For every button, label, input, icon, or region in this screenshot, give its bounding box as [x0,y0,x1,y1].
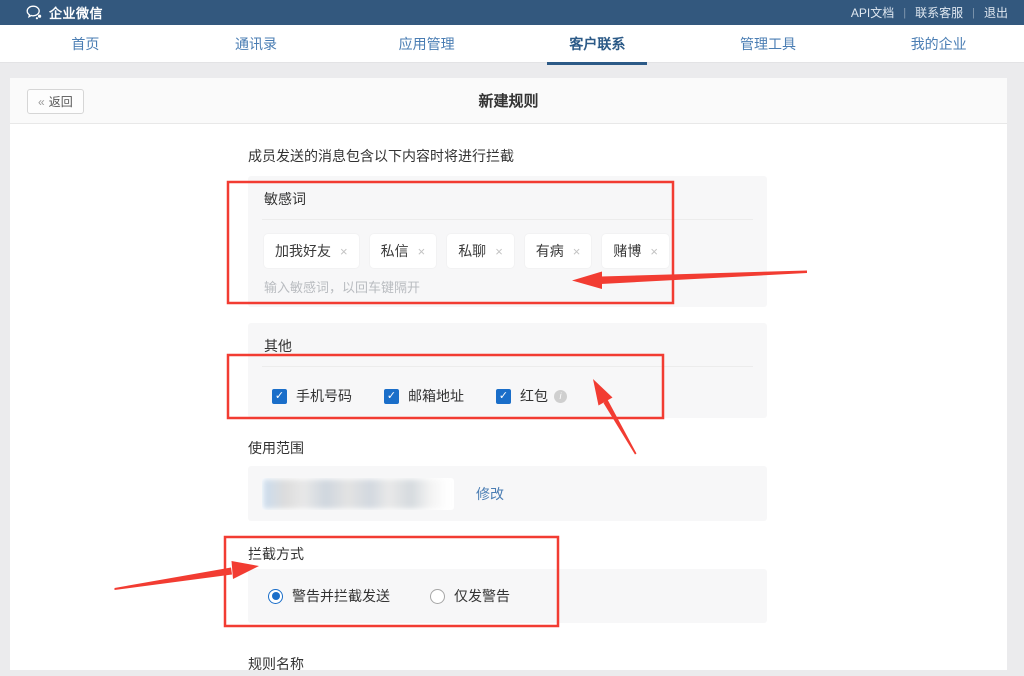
scope-panel: 修改 [248,466,767,521]
logout-link[interactable]: 退出 [984,4,1008,21]
brand-text: 企业微信 [49,3,103,22]
tag-remove-icon[interactable]: × [418,244,426,259]
radio-warn-and-block[interactable]: 警告并拦截发送 [262,586,390,606]
redaction-blur [263,479,448,509]
intercept-method-panel: 警告并拦截发送 仅发警告 [248,569,767,623]
tab-contacts[interactable]: 通讯录 [171,25,342,62]
checkbox-phone-number[interactable]: ✓ 手机号码 [272,386,352,406]
tag-label: 私聊 [458,241,486,261]
radio-selected-icon[interactable] [268,589,283,604]
intercept-method-label: 拦截方式 [248,544,304,564]
tag-label: 私信 [381,241,409,261]
sensitive-words-panel: 敏感词 加我好友 × 私信 × 私聊 × 有病 × 赌博 × [248,176,767,307]
checkbox-email-address[interactable]: ✓ 邮箱地址 [384,386,464,406]
page-header: « 返回 新建规则 [10,78,1007,124]
radio-label: 警告并拦截发送 [292,586,390,606]
brand: 企业微信 [26,3,103,22]
topbar-links: API文档 | 联系客服 | 退出 [851,4,1008,21]
divider [262,366,753,367]
tag-remove-icon[interactable]: × [495,244,503,259]
back-button[interactable]: « 返回 [27,89,84,114]
checkbox-label: 红包 [520,386,548,406]
separator: | [972,7,975,19]
tab-home[interactable]: 首页 [0,25,171,62]
topbar: 企业微信 API文档 | 联系客服 | 退出 [0,0,1024,25]
rule-form: 成员发送的消息包含以下内容时将进行拦截 敏感词 加我好友 × 私信 × 私聊 ×… [10,124,1007,670]
sensitive-word-input[interactable]: 输入敏感词，以回车键隔开 [262,277,753,296]
tab-app-management[interactable]: 应用管理 [341,25,512,62]
checked-checkbox-icon[interactable]: ✓ [496,389,511,404]
rule-name-label: 规则名称 [248,654,304,670]
tag-chip: 加我好友 × [264,234,359,268]
tag-remove-icon[interactable]: × [340,244,348,259]
radio-label: 仅发警告 [454,586,510,606]
checked-checkbox-icon[interactable]: ✓ [384,389,399,404]
checkbox-label: 手机号码 [296,386,352,406]
back-chevron-icon: « [38,95,45,109]
tag-chip: 有病 × [525,234,592,268]
tag-label: 加我好友 [275,241,331,261]
divider [262,219,753,220]
checked-checkbox-icon[interactable]: ✓ [272,389,287,404]
wework-logo-icon [26,5,43,20]
tag-label: 有病 [536,241,564,261]
back-label: 返回 [49,93,73,110]
info-icon[interactable]: i [554,390,567,403]
tab-my-company[interactable]: 我的企业 [853,25,1024,62]
other-checkboxes: ✓ 手机号码 ✓ 邮箱地址 ✓ 红包 i [262,386,753,406]
scope-modify-link[interactable]: 修改 [476,484,504,504]
sensitive-word-tags: 加我好友 × 私信 × 私聊 × 有病 × 赌博 × [262,234,753,268]
checkbox-label: 邮箱地址 [408,386,464,406]
page-title: 新建规则 [10,90,1007,111]
main-nav: 首页 通讯录 应用管理 客户联系 管理工具 我的企业 [0,25,1024,63]
tag-chip: 私信 × [370,234,437,268]
checkbox-red-packet[interactable]: ✓ 红包 i [496,386,567,406]
tab-customer-contact[interactable]: 客户联系 [512,25,683,62]
other-panel: 其他 ✓ 手机号码 ✓ 邮箱地址 ✓ 红包 i [248,323,767,418]
radio-warn-only[interactable]: 仅发警告 [424,586,510,606]
contact-support-link[interactable]: 联系客服 [915,4,963,21]
tag-remove-icon[interactable]: × [573,244,581,259]
radio-unselected-icon[interactable] [430,589,445,604]
separator: | [903,7,906,19]
tag-chip: 赌博 × [602,234,669,268]
other-title: 其他 [262,336,753,356]
intercept-intro-text: 成员发送的消息包含以下内容时将进行拦截 [248,146,514,166]
tag-chip: 私聊 × [447,234,514,268]
tag-remove-icon[interactable]: × [650,244,658,259]
sensitive-words-title: 敏感词 [262,189,753,209]
scope-label: 使用范围 [248,438,304,458]
api-docs-link[interactable]: API文档 [851,4,894,21]
scope-selected-redacted [262,478,454,510]
tag-label: 赌博 [613,241,641,261]
tab-management-tools[interactable]: 管理工具 [683,25,854,62]
